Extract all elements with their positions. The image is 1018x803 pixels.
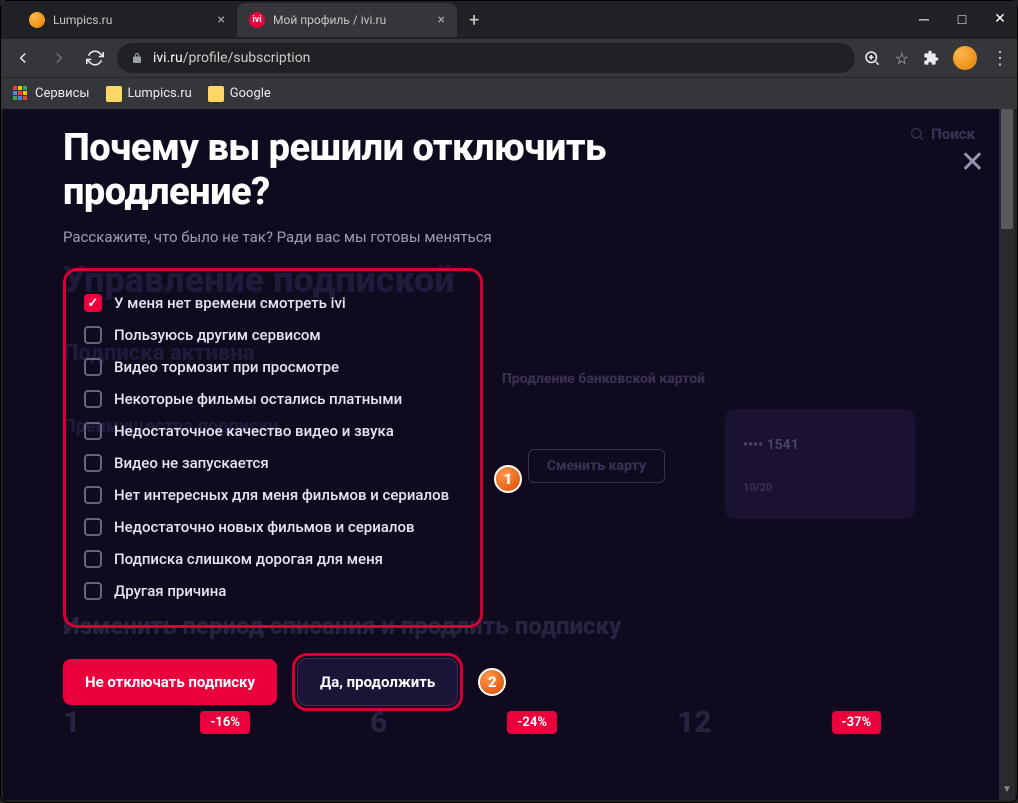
reason-item[interactable]: Недостаточно новых фильмов и сериалов — [84, 511, 462, 543]
forward-button[interactable] — [45, 44, 73, 72]
close-icon[interactable]: × — [438, 12, 445, 28]
extensions-icon[interactable] — [923, 50, 939, 66]
reason-item[interactable]: Нет интересных для меня фильмов и сериал… — [84, 479, 462, 511]
bookmark-label: Сервисы — [35, 86, 90, 101]
reason-item[interactable]: Подписка слишком дорогая для меня — [84, 543, 462, 575]
tabstrip: Lumpics.ru × ivi Мой профиль / ivi.ru × … — [9, 1, 491, 39]
profile-avatar[interactable] — [953, 46, 977, 70]
minimize-button[interactable]: ─ — [917, 11, 931, 28]
bookmark-apps[interactable]: Сервисы — [13, 86, 90, 102]
reason-item[interactable]: Видео не запускается — [84, 447, 462, 479]
back-button[interactable] — [9, 44, 37, 72]
favicon-lumpics — [29, 12, 45, 28]
bookmark-label: Google — [230, 86, 271, 101]
window-titlebar: Lumpics.ru × ivi Мой профиль / ivi.ru × … — [1, 1, 1017, 39]
checkbox-icon[interactable] — [84, 550, 102, 568]
checkbox-icon[interactable] — [84, 390, 102, 408]
keep-subscription-button[interactable]: Не отключать подписку — [63, 659, 277, 705]
modal-actions: Не отключать подписку Да, продолжить 2 — [63, 658, 955, 706]
bookmark-label: Lumpics.ru — [128, 86, 192, 101]
checkbox-icon[interactable] — [84, 294, 102, 312]
favicon-ivi: ivi — [249, 12, 265, 28]
checkbox-icon[interactable] — [84, 358, 102, 376]
address-bar[interactable]: ivi.ru/profile/subscription — [117, 43, 855, 73]
annotation-badge-2: 2 — [478, 668, 506, 696]
modal-close-button[interactable]: ✕ — [960, 145, 985, 180]
scroll-thumb[interactable] — [1001, 109, 1013, 229]
maximize-button[interactable]: □ — [955, 11, 969, 28]
reason-item[interactable]: У меня нет времени смотреть ivi — [84, 287, 462, 319]
modal-title: Почему вы решили отключить продление? — [63, 127, 955, 214]
bookmark-google[interactable]: Google — [208, 86, 271, 102]
reason-item[interactable]: Некоторые фильмы остались платными — [84, 383, 462, 415]
cancel-modal: ✕ Почему вы решили отключить продление? … — [3, 109, 1015, 800]
tab-title: Lumpics.ru — [53, 13, 210, 27]
folder-icon — [106, 86, 122, 102]
apps-icon — [13, 86, 29, 102]
reason-item[interactable]: Другая причина — [84, 575, 462, 607]
menu-icon[interactable]: ⋮ — [991, 48, 1009, 69]
star-icon[interactable]: ☆ — [895, 49, 909, 68]
scroll-down-icon[interactable]: ▼ — [999, 784, 1015, 800]
tab-ivi[interactable]: ivi Мой профиль / ivi.ru × — [237, 3, 457, 37]
close-button[interactable]: ✕ — [993, 11, 1007, 28]
bookmarks-bar: Сервисы Lumpics.ru Google — [1, 77, 1017, 109]
new-tab-button[interactable]: + — [457, 10, 491, 31]
modal-subtitle: Расскажите, что было не так? Ради вас мы… — [63, 228, 955, 246]
scrollbar[interactable]: ▲ ▼ — [999, 109, 1015, 800]
folder-icon — [208, 86, 224, 102]
close-icon[interactable]: × — [218, 12, 225, 28]
annotation-badge-1: 1 — [494, 465, 522, 493]
reload-button[interactable] — [81, 44, 109, 72]
checkbox-icon[interactable] — [84, 518, 102, 536]
tab-title: Мой профиль / ivi.ru — [273, 13, 430, 27]
checkbox-icon[interactable] — [84, 486, 102, 504]
checkbox-icon[interactable] — [84, 326, 102, 344]
reason-item[interactable]: Видео тормозит при просмотре — [84, 351, 462, 383]
browser-toolbar: ivi.ru/profile/subscription ☆ ⋮ — [1, 39, 1017, 77]
checkbox-icon[interactable] — [84, 422, 102, 440]
reason-item[interactable]: Пользуюсь другим сервисом — [84, 319, 462, 351]
reason-item[interactable]: Недостаточное качество видео и звука — [84, 415, 462, 447]
checkbox-icon[interactable] — [84, 454, 102, 472]
zoom-icon[interactable] — [863, 49, 881, 67]
page-content: Поиск Управление подпиской Подписка акти… — [3, 109, 1015, 800]
reasons-list: У меня нет времени смотреть ivi Пользуюс… — [63, 268, 483, 628]
bookmark-lumpics[interactable]: Lumpics.ru — [106, 86, 192, 102]
checkbox-icon[interactable] — [84, 582, 102, 600]
continue-button[interactable]: Да, продолжить — [297, 658, 458, 706]
url-text: ivi.ru/profile/subscription — [153, 50, 310, 66]
lock-icon — [131, 52, 143, 64]
window-controls: ─ □ ✕ — [917, 11, 1007, 28]
tab-lumpics[interactable]: Lumpics.ru × — [17, 3, 237, 37]
toolbar-right: ☆ ⋮ — [863, 46, 1009, 70]
